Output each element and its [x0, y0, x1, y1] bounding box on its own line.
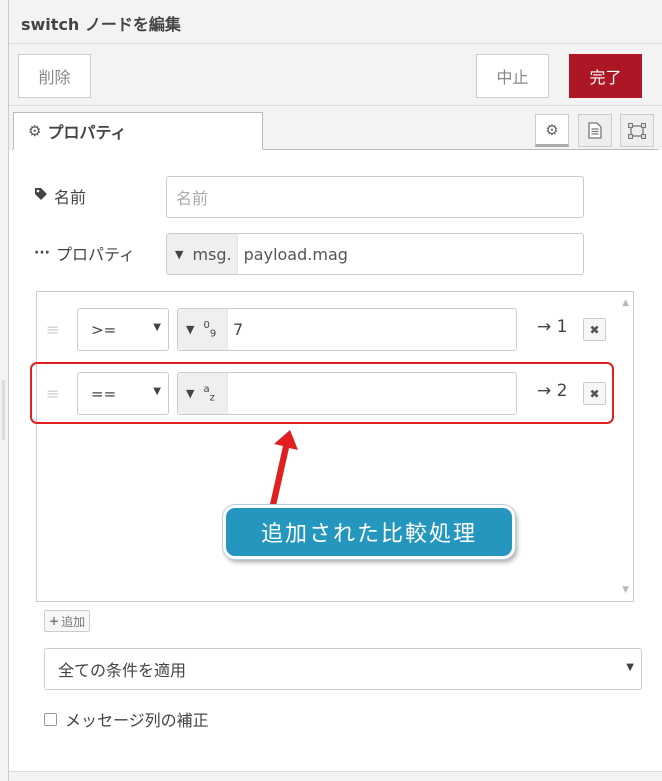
annotation-callout-text: 追加された比較処理 [260, 522, 477, 547]
tab-properties[interactable]: ⚙ プロパティ [13, 112, 263, 150]
scroll-up-arrow-icon[interactable]: ▲ [622, 298, 629, 308]
name-label-text: 名前 [54, 188, 87, 207]
dialog-footer [9, 771, 662, 781]
value-type-selector[interactable]: ▼ 09 [178, 309, 228, 350]
repair-sequence-option: メッセージ列の補正 [44, 707, 209, 731]
rule-row: ≡ >= ▼ ▼ 09 7 → 1 ✖ [37, 298, 617, 360]
rule-output: → 1 [537, 317, 568, 337]
dialog-title: switch ノードを編集 [21, 15, 181, 34]
check-mode-value: 全ての条件を適用 [58, 661, 187, 680]
property-input[interactable]: ▼ msg. payload.mag [166, 233, 584, 275]
number-type-icon: 09 [203, 319, 217, 340]
operator-value: >= [91, 320, 117, 339]
ellipsis-icon: ··· [34, 245, 50, 261]
layout-icon [628, 122, 646, 139]
repair-sequence-label: メッセージ列の補正 [65, 711, 209, 730]
document-icon [588, 122, 602, 139]
annotation-callout: 追加された比較処理 [223, 505, 515, 559]
name-input[interactable]: 名前 [166, 176, 584, 218]
drag-handle-icon[interactable]: ≡ [46, 322, 59, 338]
check-mode-select[interactable]: 全ての条件を適用 ▼ [44, 648, 642, 690]
select-arrow-icon: ▼ [626, 662, 634, 673]
repair-sequence-checkbox[interactable] [44, 712, 57, 726]
tab-properties-label: プロパティ [47, 123, 127, 142]
scroll-down-arrow-icon[interactable]: ▼ [622, 585, 629, 595]
tab-settings-gear[interactable]: ⚙ [535, 114, 569, 147]
tab-appearance[interactable] [620, 114, 654, 147]
caret-down-icon: ▼ [186, 323, 195, 336]
operator-select[interactable]: >= ▼ [77, 308, 169, 351]
done-button[interactable]: 完了 [569, 54, 642, 98]
tag-icon [34, 187, 48, 205]
annotation-highlight-box [30, 362, 614, 424]
property-label-text: プロパティ [55, 245, 136, 264]
delete-button[interactable]: 削除 [18, 54, 91, 98]
name-placeholder: 名前 [176, 189, 209, 208]
dialog-button-bar: 削除 中止 完了 [9, 44, 662, 106]
gear-icon: ⚙ [545, 120, 559, 139]
close-icon: ✖ [589, 322, 600, 337]
plus-icon: + [49, 614, 60, 628]
add-rule-label: 追加 [61, 614, 86, 629]
caret-down-icon: ▼ [175, 247, 184, 261]
dialog-title-bar: switch ノードを編集 [9, 0, 662, 44]
property-value: payload.mag [243, 244, 348, 264]
tab-description[interactable] [578, 114, 612, 147]
gear-icon: ⚙ [28, 122, 42, 140]
annotation-arrow-icon [270, 430, 298, 506]
property-type-selector[interactable]: ▼ msg. [167, 234, 238, 274]
select-arrow-icon: ▼ [153, 322, 161, 333]
remove-rule-button[interactable]: ✖ [583, 318, 606, 341]
add-rule-button[interactable]: + 追加 [44, 610, 91, 632]
name-field-label: 名前 [34, 184, 86, 208]
panel-resize-grip[interactable] [2, 380, 5, 440]
property-field-label: ··· プロパティ [34, 241, 135, 265]
rule-value: 7 [233, 320, 244, 339]
property-type-label: msg. [192, 244, 232, 264]
rule-value-input[interactable]: ▼ 09 7 [177, 308, 517, 351]
cancel-button[interactable]: 中止 [476, 54, 549, 98]
